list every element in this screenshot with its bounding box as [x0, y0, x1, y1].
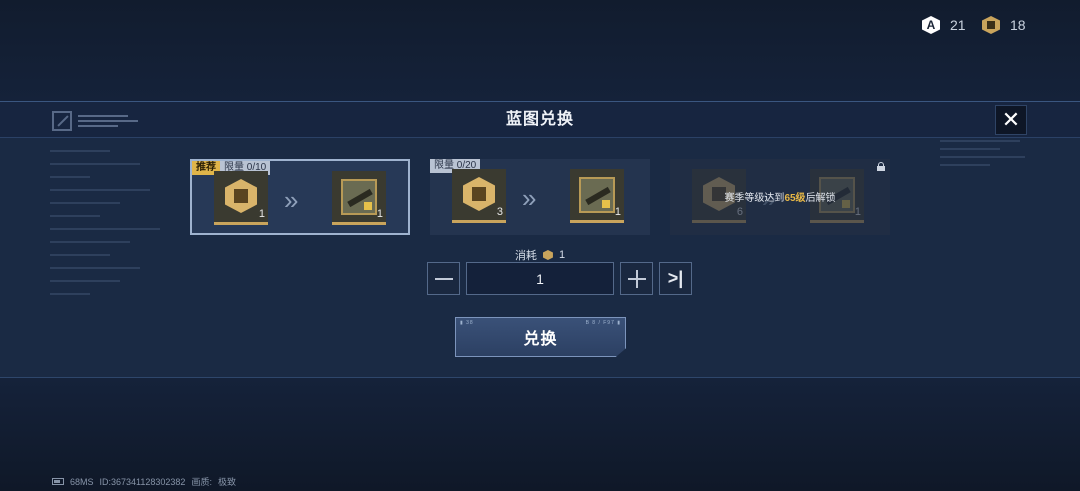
unlock-requirement: 赛季等级达到65级后解锁: [670, 189, 890, 204]
button-corner-mark: B 8 / F97 ▮: [585, 320, 621, 326]
background-top: [0, 0, 1080, 102]
ping-text: 68MS: [70, 476, 94, 487]
double-chevron-right-icon: »: [522, 183, 537, 213]
item-count: 1: [854, 206, 861, 218]
quality-label: 画质:: [191, 477, 212, 487]
quantity-input[interactable]: [466, 262, 614, 295]
exchange-option-1[interactable]: 推荐 限量 0/10 1 » 1: [190, 159, 410, 235]
gold-chip-icon: [463, 177, 495, 211]
button-corner-mark: ▮ 38: [460, 320, 474, 326]
cost-row: 消耗 1: [0, 247, 1080, 263]
item-count: 3: [496, 206, 503, 218]
unlock-suffix: 后解锁: [805, 193, 836, 204]
skip-to-max-icon: >|: [667, 268, 684, 288]
increase-button[interactable]: [620, 262, 653, 295]
item-count: 1: [614, 206, 621, 218]
plus-icon: [627, 269, 646, 288]
currency-amount: 18: [1010, 17, 1026, 33]
cost-label: 消耗: [514, 250, 537, 262]
dialog-header: 蓝图兑换 ✕: [0, 102, 1080, 138]
minus-icon: [434, 277, 453, 280]
decrease-button[interactable]: [427, 262, 460, 295]
blueprint-icon: [579, 177, 615, 213]
currency-gold-chip: 18: [982, 16, 1026, 34]
blueprint-icon: [341, 179, 377, 215]
close-button[interactable]: ✕: [995, 105, 1027, 135]
decorative-lines: [940, 140, 1030, 180]
gold-chip-icon: [225, 179, 257, 213]
gold-chip-icon: [542, 250, 553, 260]
exchange-button[interactable]: ▮ 38 兑换 B 8 / F97 ▮: [455, 317, 626, 357]
gold-chip-icon: [982, 16, 1000, 34]
player-id-text: ID:367341128302382: [99, 476, 186, 487]
input-item: 3: [452, 169, 506, 223]
item-count: 1: [376, 208, 383, 220]
cost-amount: 1: [558, 249, 566, 261]
battery-icon: [52, 478, 64, 485]
currency-blueprint-token: A 21: [922, 16, 966, 34]
output-item: 1: [570, 169, 624, 223]
blueprint-token-icon: A: [922, 16, 940, 34]
quality-value: 极致: [217, 477, 236, 487]
exchange-button-label: 兑换: [523, 331, 558, 348]
item-count: 6: [736, 206, 743, 218]
currency-amount: 21: [950, 17, 966, 33]
exchange-option-3-locked: 6 » 1 赛季等级达到65级后解锁: [670, 159, 890, 235]
input-item: 1: [214, 171, 268, 225]
exchange-option-2[interactable]: 限量 0/20 3 » 1: [430, 159, 650, 235]
dialog-title: 蓝图兑换: [505, 111, 574, 128]
double-chevron-right-icon: »: [284, 185, 299, 215]
unlock-prefix: 赛季等级达到: [724, 193, 785, 204]
lock-icon: [877, 162, 885, 171]
unlock-level: 65级: [784, 193, 806, 204]
max-button[interactable]: >|: [659, 262, 692, 295]
status-footer: 68MS ID:367341128302382 画质: 极致: [52, 475, 236, 488]
item-count: 1: [258, 208, 265, 220]
output-item: 1: [332, 171, 386, 225]
